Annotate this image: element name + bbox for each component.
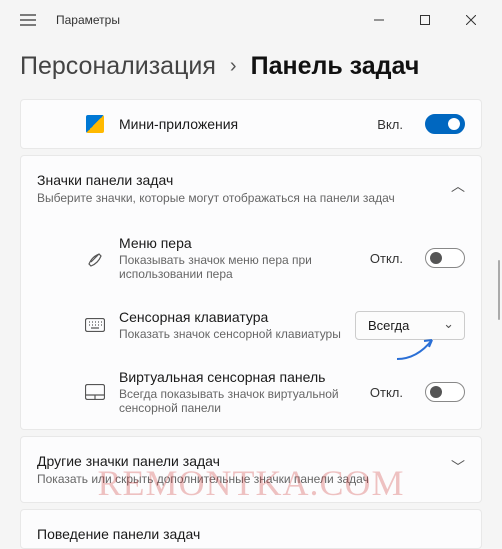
pen-state: Откл. bbox=[370, 251, 403, 266]
app-title: Параметры bbox=[56, 13, 120, 27]
touch-keyboard-subtitle: Показать значок сенсорной клавиатуры bbox=[119, 327, 341, 341]
touch-keyboard-title: Сенсорная клавиатура bbox=[119, 309, 341, 325]
pen-menu-title: Меню пера bbox=[119, 235, 356, 251]
touch-keyboard-dropdown-value: Всегда bbox=[368, 318, 409, 333]
widgets-icon bbox=[85, 115, 105, 133]
taskbar-behavior-section-header[interactable]: Поведение панели задач bbox=[21, 510, 481, 548]
virtual-touchpad-title: Виртуальная сенсорная панель bbox=[119, 369, 356, 385]
maximize-button[interactable] bbox=[402, 0, 448, 40]
breadcrumb-parent[interactable]: Персонализация bbox=[20, 52, 216, 81]
touchpad-state: Откл. bbox=[370, 385, 403, 400]
chevron-down-icon: ﹀ bbox=[451, 453, 465, 477]
taskbar-icons-section-header[interactable]: Значки панели задач Выберите значки, кот… bbox=[21, 156, 481, 221]
minimize-button[interactable] bbox=[356, 0, 402, 40]
other-icons-subtitle: Показать или скрыть дополнительные значк… bbox=[37, 472, 443, 486]
keyboard-icon bbox=[85, 318, 105, 332]
pen-icon bbox=[85, 249, 105, 267]
breadcrumb: Персонализация › Панель задач bbox=[20, 40, 482, 99]
close-button[interactable] bbox=[448, 0, 494, 40]
widgets-state: Вкл. bbox=[377, 117, 403, 132]
widgets-toggle[interactable] bbox=[425, 114, 465, 134]
chevron-up-icon: ︿ bbox=[451, 172, 465, 196]
taskbar-icons-subtitle: Выберите значки, которые могут отображат… bbox=[37, 191, 443, 205]
touchpad-icon bbox=[85, 384, 105, 400]
pen-toggle[interactable] bbox=[425, 248, 465, 268]
virtual-touchpad-toggle[interactable] bbox=[425, 382, 465, 402]
other-icons-title: Другие значки панели задач bbox=[37, 453, 443, 469]
breadcrumb-current: Панель задач bbox=[251, 52, 420, 81]
widgets-label: Мини-приложения bbox=[119, 116, 363, 132]
pen-menu-subtitle: Показывать значок меню пера при использо… bbox=[119, 253, 356, 281]
nav-menu-button[interactable] bbox=[8, 14, 48, 26]
taskbar-behavior-title: Поведение панели задач bbox=[37, 526, 465, 542]
taskbar-icons-title: Значки панели задач bbox=[37, 172, 443, 188]
touch-keyboard-dropdown[interactable]: Всегда bbox=[355, 311, 465, 340]
chevron-right-icon: › bbox=[230, 55, 237, 78]
other-icons-section-header[interactable]: Другие значки панели задач Показать или … bbox=[21, 437, 481, 502]
scrollbar[interactable] bbox=[498, 260, 500, 320]
virtual-touchpad-subtitle: Всегда показывать значок виртуальной сен… bbox=[119, 387, 356, 415]
